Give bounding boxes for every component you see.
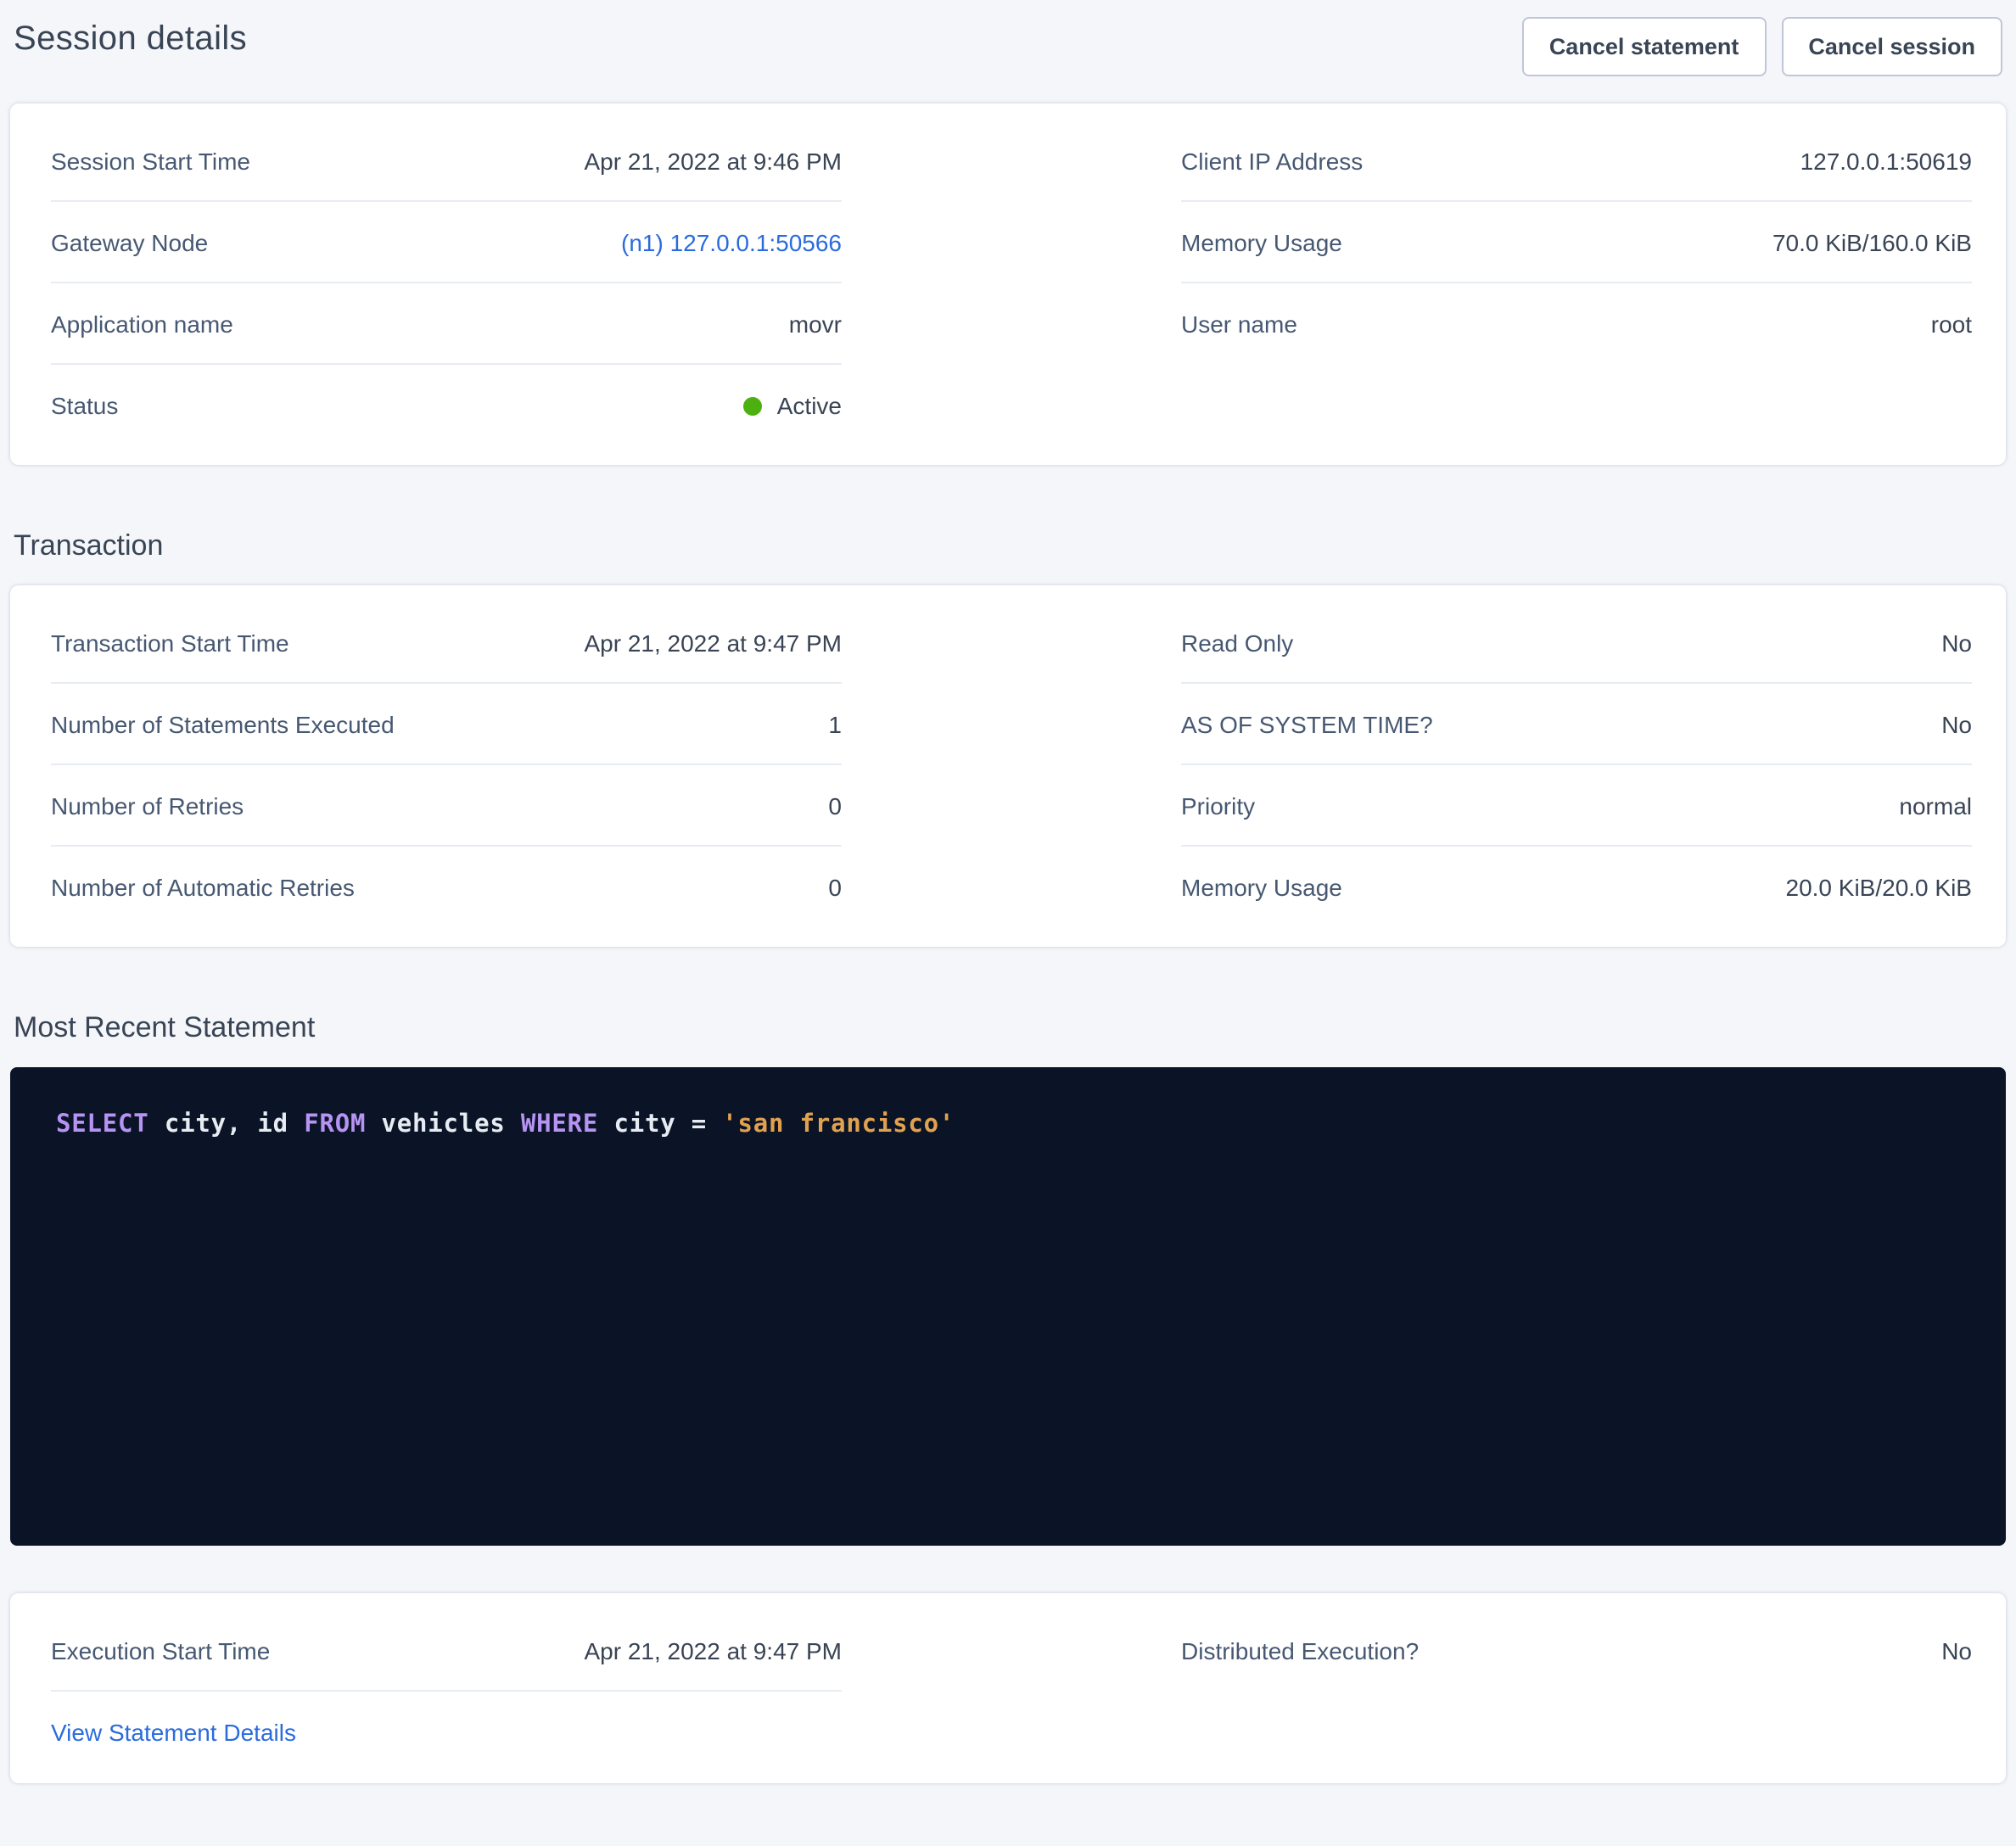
sql-token: 'san francisco' (722, 1111, 955, 1138)
row-label: AS OF SYSTEM TIME? (1181, 711, 1433, 738)
transaction-memory-usage-row: Memory Usage 20.0 KiB/20.0 KiB (1181, 847, 1972, 926)
transaction-start-time-row: Transaction Start Time Apr 21, 2022 at 9… (51, 602, 842, 684)
session-memory-usage-row: Memory Usage 70.0 KiB/160.0 KiB (1181, 202, 1972, 283)
row-label: Session Start Time (51, 148, 250, 175)
row-label: Memory Usage (1181, 229, 1342, 256)
row-label: Application name (51, 310, 233, 338)
row-label: User name (1181, 310, 1297, 338)
execution-card-left-column: Execution Start Time Apr 21, 2022 at 9:4… (51, 1610, 842, 1770)
execution-summary-card: Execution Start Time Apr 21, 2022 at 9:4… (10, 1593, 2006, 1783)
row-label: Memory Usage (1181, 874, 1342, 901)
row-label: Number of Retries (51, 792, 244, 820)
most-recent-statement-heading: Most Recent Statement (14, 1011, 2002, 1045)
cancel-statement-button[interactable]: Cancel statement (1522, 17, 1767, 76)
automatic-retries-row: Number of Automatic Retries 0 (51, 847, 842, 926)
row-value: normal (1899, 792, 1972, 820)
row-value: No (1941, 629, 1972, 657)
user-name-row: User name root (1181, 283, 1972, 363)
row-label: Number of Statements Executed (51, 711, 395, 738)
row-label: Priority (1181, 792, 1255, 820)
execution-card-right-column: Distributed Execution? No (1181, 1610, 1972, 1770)
status-badge: Active (743, 392, 842, 419)
session-card-left-column: Session Start Time Apr 21, 2022 at 9:46 … (51, 120, 842, 445)
sql-token: city = (598, 1111, 722, 1138)
statements-executed-row: Number of Statements Executed 1 (51, 684, 842, 765)
row-value: 127.0.0.1:50619 (1800, 148, 1972, 175)
application-name-row: Application name movr (51, 283, 842, 365)
priority-row: Priority normal (1181, 765, 1972, 847)
row-label: Number of Automatic Retries (51, 874, 355, 901)
view-statement-details-link[interactable]: View Statement Details (51, 1719, 296, 1746)
gateway-node-link[interactable]: (n1) 127.0.0.1:50566 (621, 229, 842, 256)
execution-start-time-row: Execution Start Time Apr 21, 2022 at 9:4… (51, 1610, 842, 1692)
session-summary-card: Session Start Time Apr 21, 2022 at 9:46 … (10, 103, 2006, 465)
transaction-summary-card: Transaction Start Time Apr 21, 2022 at 9… (10, 585, 2006, 947)
session-start-time-row: Session Start Time Apr 21, 2022 at 9:46 … (51, 120, 842, 202)
row-label: Status (51, 392, 118, 419)
row-label: Read Only (1181, 629, 1293, 657)
session-card-right-column: Client IP Address 127.0.0.1:50619 Memory… (1181, 120, 1972, 445)
row-label: Client IP Address (1181, 148, 1363, 175)
page-header: Session details Cancel statement Cancel … (14, 17, 2002, 76)
read-only-row: Read Only No (1181, 602, 1972, 684)
row-value: root (1931, 310, 1972, 338)
sql-statement-box: SELECT city, id FROM vehicles WHERE city… (10, 1067, 2006, 1546)
row-value: No (1941, 1637, 1972, 1664)
client-ip-row: Client IP Address 127.0.0.1:50619 (1181, 120, 1972, 202)
row-label: Transaction Start Time (51, 629, 289, 657)
row-label: Distributed Execution? (1181, 1637, 1419, 1664)
sql-token: city, id (149, 1111, 305, 1138)
row-value: movr (789, 310, 842, 338)
row-label: Execution Start Time (51, 1637, 270, 1664)
transaction-card-left-column: Transaction Start Time Apr 21, 2022 at 9… (51, 602, 842, 926)
status-row: Status Active (51, 365, 842, 445)
gateway-node-row: Gateway Node (n1) 127.0.0.1:50566 (51, 202, 842, 283)
header-buttons: Cancel statement Cancel session (1522, 17, 2002, 76)
page-title: Session details (14, 17, 247, 59)
sql-token: vehicles (366, 1111, 521, 1138)
row-value: 0 (828, 792, 842, 820)
row-value: 70.0 KiB/160.0 KiB (1772, 229, 1972, 256)
sql-token: WHERE (521, 1111, 598, 1138)
row-value: 20.0 KiB/20.0 KiB (1786, 874, 1973, 901)
active-status-dot-icon (743, 396, 762, 415)
row-value: Apr 21, 2022 at 9:47 PM (584, 629, 842, 657)
cancel-session-button[interactable]: Cancel session (1781, 17, 2002, 76)
row-value: Apr 21, 2022 at 9:47 PM (584, 1637, 842, 1664)
view-statement-details-row: View Statement Details (51, 1692, 842, 1770)
row-value: Apr 21, 2022 at 9:46 PM (584, 148, 842, 175)
row-label: Gateway Node (51, 229, 208, 256)
row-value: No (1941, 711, 1972, 738)
transaction-section-heading: Transaction (14, 529, 2002, 563)
as-of-system-time-row: AS OF SYSTEM TIME? No (1181, 684, 1972, 765)
transaction-card-right-column: Read Only No AS OF SYSTEM TIME? No Prior… (1181, 602, 1972, 926)
distributed-execution-row: Distributed Execution? No (1181, 1610, 1972, 1690)
number-of-retries-row: Number of Retries 0 (51, 765, 842, 847)
sql-token: SELECT (56, 1111, 149, 1138)
sql-statement-text: SELECT city, id FROM vehicles WHERE city… (56, 1111, 1960, 1138)
row-value: 0 (828, 874, 842, 901)
row-value: 1 (828, 711, 842, 738)
status-text: Active (777, 392, 842, 419)
sql-token: FROM (304, 1111, 366, 1138)
session-details-page: Session details Cancel statement Cancel … (0, 0, 2016, 1846)
